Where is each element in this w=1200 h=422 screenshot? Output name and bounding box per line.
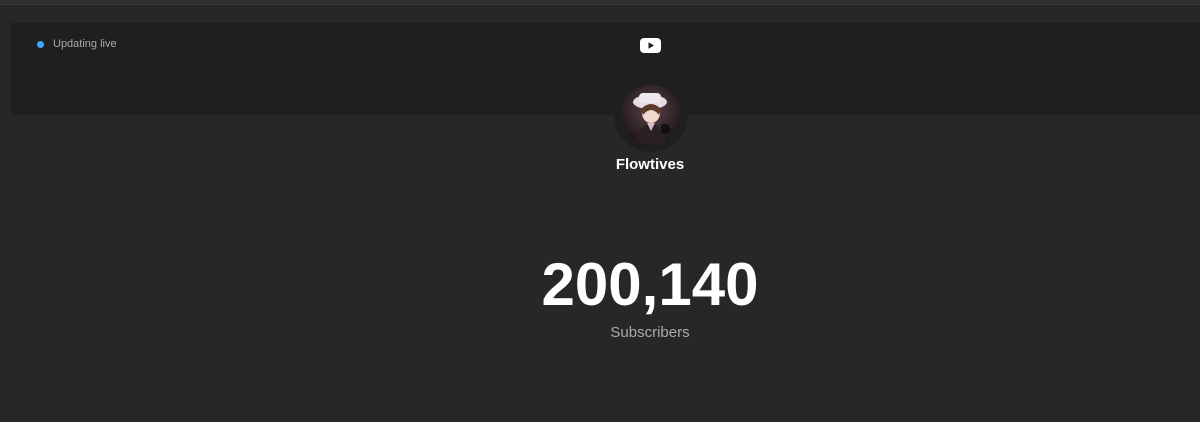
avatar-illustration	[621, 85, 681, 145]
subscriber-counter: 200,140 Subscribers	[500, 252, 800, 342]
youtube-play-icon[interactable]	[640, 38, 661, 53]
live-dot-icon	[37, 40, 44, 48]
live-status: Updating live	[37, 38, 117, 50]
subscriber-label: Subscribers	[610, 324, 690, 341]
channel-avatar[interactable]	[621, 85, 681, 145]
channel-name[interactable]: Flowtives	[0, 156, 1200, 173]
live-status-label: Updating live	[53, 38, 117, 50]
top-divider	[0, 0, 1200, 5]
subscriber-count: 200,140	[541, 251, 759, 318]
channel-banner	[10, 23, 1200, 115]
avatar-ring	[614, 78, 688, 152]
page: Updating live Flowtives 200,140 Subscrib…	[0, 0, 1200, 422]
